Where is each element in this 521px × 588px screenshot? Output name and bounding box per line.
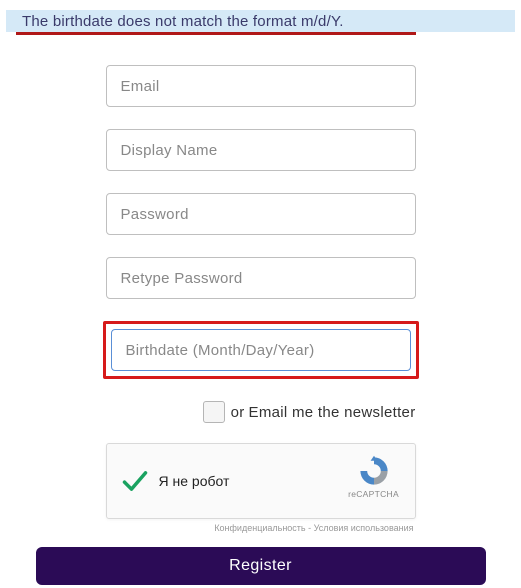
newsletter-label: Email me the newsletter [249,404,416,421]
registration-form: or Email me the newsletter Я не робот re… [0,35,521,585]
error-message: The birthdate does not match the format … [22,13,344,30]
password-field[interactable] [106,193,416,235]
email-field[interactable] [106,65,416,107]
recaptcha-logo: reCAPTCHA [347,454,401,499]
newsletter-row: or Email me the newsletter [106,401,416,423]
display-name-field[interactable] [106,129,416,171]
recaptcha-footer: Конфиденциальность - Условия использован… [106,523,416,533]
recaptcha-label: Я не робот [159,473,230,489]
recaptcha-icon [357,454,391,488]
recaptcha-checkmark-icon [121,467,149,495]
birthdate-error-highlight [103,321,419,379]
recaptcha-brand: reCAPTCHA [347,489,401,499]
recaptcha-widget[interactable]: Я не робот reCAPTCHA [106,443,416,519]
register-button[interactable]: Register [36,547,486,585]
newsletter-checkbox[interactable] [203,401,225,423]
newsletter-prefix: or [231,404,245,421]
birthdate-field[interactable] [111,329,411,371]
retype-password-field[interactable] [106,257,416,299]
error-banner: The birthdate does not match the format … [6,10,515,32]
